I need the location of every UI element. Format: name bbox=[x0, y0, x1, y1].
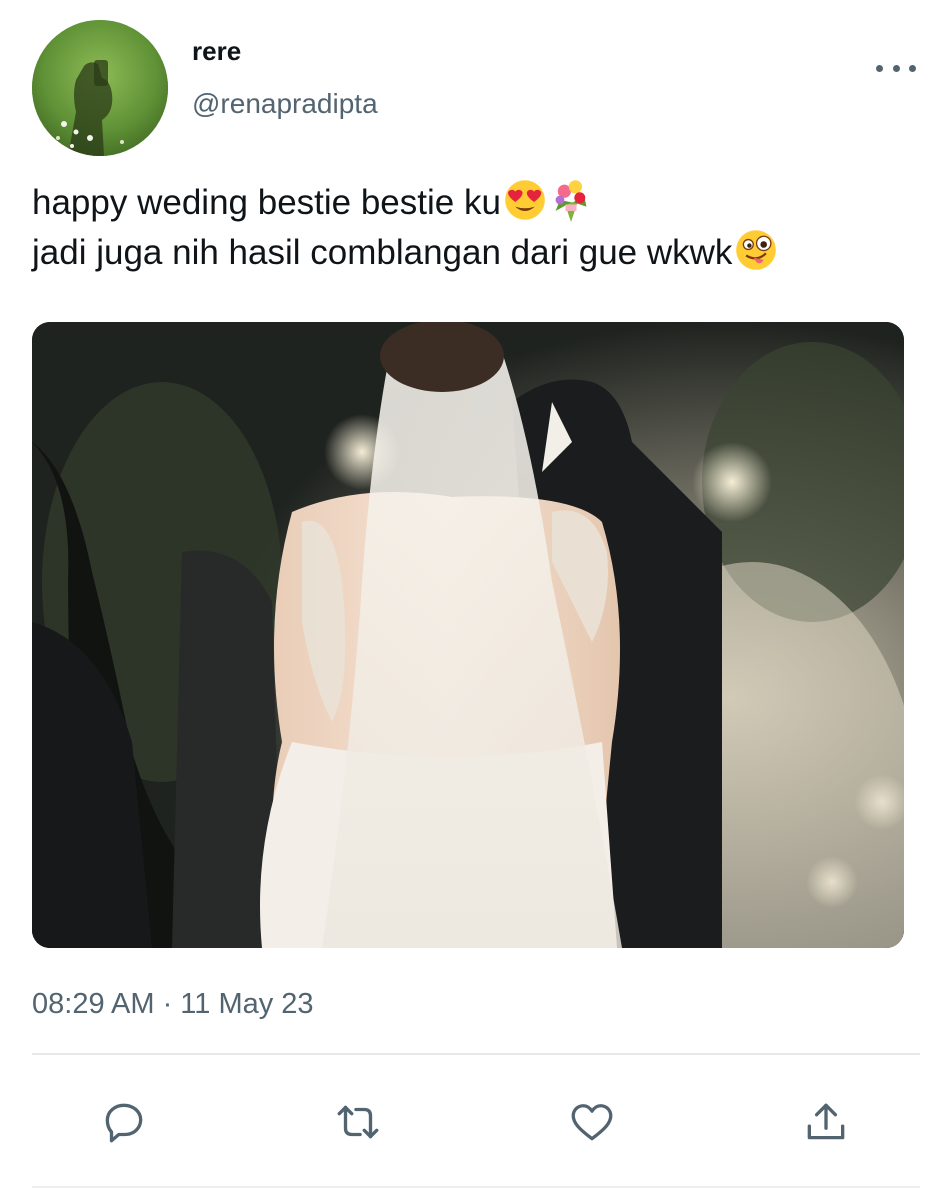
retweet-button[interactable] bbox=[328, 1092, 388, 1152]
like-button[interactable] bbox=[562, 1092, 622, 1152]
retweet-icon bbox=[337, 1105, 379, 1139]
reply-icon bbox=[105, 1103, 143, 1143]
bouquet-emoji bbox=[555, 180, 587, 222]
winking-tongue-emoji bbox=[736, 230, 777, 270]
tweet-timestamp[interactable]: 08:29 AM · 11 May 23 bbox=[32, 988, 314, 1021]
divider bbox=[32, 1053, 920, 1055]
tweet-line-2-text: jadi juga nih hasil comblangan dari gue … bbox=[32, 233, 733, 272]
tweet-media-photo[interactable] bbox=[32, 322, 904, 948]
more-dot bbox=[892, 64, 900, 72]
tweet-text: happy weding bestie bestie ku jadi juga … bbox=[32, 178, 912, 278]
avatar[interactable] bbox=[32, 20, 168, 156]
reply-button[interactable] bbox=[94, 1092, 154, 1152]
display-name[interactable]: rere bbox=[192, 36, 241, 67]
share-button[interactable] bbox=[796, 1092, 856, 1152]
tweet-line-2: jadi juga nih hasil comblangan dari gue … bbox=[32, 228, 912, 278]
heart-icon bbox=[571, 1104, 613, 1141]
share-icon bbox=[807, 1103, 845, 1140]
wedding-photo bbox=[32, 322, 904, 948]
more-dot bbox=[909, 64, 916, 72]
heart-eyes-emoji bbox=[505, 180, 545, 220]
more-dot bbox=[876, 64, 883, 72]
tweet-card: rere @renapradipta happy weding bestie b… bbox=[0, 0, 952, 1200]
user-handle[interactable]: @renapradipta bbox=[192, 88, 378, 120]
tweet-line-1: happy weding bestie bestie ku bbox=[32, 178, 912, 228]
tweet-line-1-text: happy weding bestie bestie ku bbox=[32, 183, 501, 222]
avatar-image bbox=[32, 20, 168, 156]
more-horizontal-icon[interactable] bbox=[876, 58, 916, 78]
bottom-divider bbox=[32, 1186, 920, 1188]
